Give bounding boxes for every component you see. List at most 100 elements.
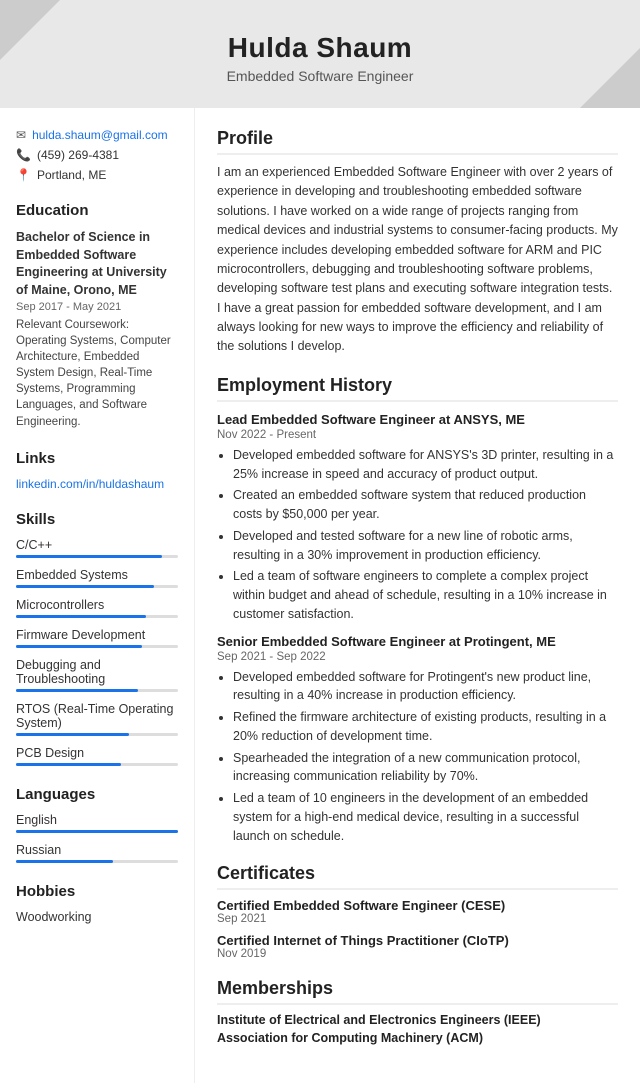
profile-text: I am an experienced Embedded Software En…: [217, 163, 618, 357]
skill-item: RTOS (Real-Time Operating System): [16, 702, 178, 736]
languages-section: Languages English Russian: [16, 786, 178, 863]
skills-list: C/C++ Embedded Systems Microcontrollers …: [16, 538, 178, 766]
skill-item: Microcontrollers: [16, 598, 178, 618]
memberships-list: Institute of Electrical and Electronics …: [217, 1013, 618, 1045]
skill-bar-fill: [16, 555, 162, 558]
language-name: Russian: [16, 843, 178, 857]
certs-list: Certified Embedded Software Engineer (CE…: [217, 898, 618, 960]
education-title: Education: [16, 202, 178, 219]
phone-icon: 📞: [16, 148, 31, 162]
memberships-title: Memberships: [217, 978, 618, 1005]
language-bar: [16, 830, 178, 833]
employment-section: Employment History Lead Embedded Softwar…: [217, 375, 618, 846]
email-icon: ✉: [16, 128, 26, 142]
linkedin-link[interactable]: linkedin.com/in/huldashaum: [16, 477, 178, 491]
skill-bar: [16, 555, 178, 558]
skill-bar: [16, 615, 178, 618]
skill-name: Debugging and Troubleshooting: [16, 658, 178, 686]
job-bullet: Led a team of 10 engineers in the develo…: [233, 789, 618, 845]
language-name: English: [16, 813, 178, 827]
email-item[interactable]: ✉ hulda.shaum@gmail.com: [16, 128, 178, 142]
location-value: Portland, ME: [37, 168, 106, 182]
job-title: Senior Embedded Software Engineer at Pro…: [217, 634, 618, 649]
sidebar: ✉ hulda.shaum@gmail.com 📞 (459) 269-4381…: [0, 108, 195, 1083]
skill-bar: [16, 585, 178, 588]
hobbies-title: Hobbies: [16, 883, 178, 900]
header: Hulda Shaum Embedded Software Engineer: [0, 0, 640, 108]
main-layout: ✉ hulda.shaum@gmail.com 📞 (459) 269-4381…: [0, 108, 640, 1083]
job-bullet: Developed embedded software for Protinge…: [233, 668, 618, 706]
cert-date: Sep 2021: [217, 913, 618, 925]
job-bullet: Spearheaded the integration of a new com…: [233, 749, 618, 787]
location-item: 📍 Portland, ME: [16, 168, 178, 182]
cert-entry: Certified Embedded Software Engineer (CE…: [217, 898, 618, 925]
skill-bar: [16, 763, 178, 766]
phone-value: (459) 269-4381: [37, 148, 119, 162]
skill-name: PCB Design: [16, 746, 178, 760]
skill-name: C/C++: [16, 538, 178, 552]
skill-name: Firmware Development: [16, 628, 178, 642]
language-item: Russian: [16, 843, 178, 863]
skill-item: Firmware Development: [16, 628, 178, 648]
language-bar-fill: [16, 860, 113, 863]
email-value: hulda.shaum@gmail.com: [32, 128, 168, 142]
job-bullet: Created an embedded software system that…: [233, 486, 618, 524]
language-bar-fill: [16, 830, 178, 833]
job-bullets: Developed embedded software for ANSYS's …: [217, 446, 618, 624]
skill-bar: [16, 733, 178, 736]
skill-name: Microcontrollers: [16, 598, 178, 612]
skill-bar: [16, 645, 178, 648]
skill-bar-fill: [16, 585, 154, 588]
contact-section: ✉ hulda.shaum@gmail.com 📞 (459) 269-4381…: [16, 128, 178, 182]
job-date: Nov 2022 - Present: [217, 429, 618, 441]
phone-item: 📞 (459) 269-4381: [16, 148, 178, 162]
content: Profile I am an experienced Embedded Sof…: [195, 108, 640, 1083]
cert-entry: Certified Internet of Things Practitione…: [217, 933, 618, 960]
hobby-item: Woodworking: [16, 910, 178, 924]
employment-title: Employment History: [217, 375, 618, 402]
memberships-section: Memberships Institute of Electrical and …: [217, 978, 618, 1045]
membership-item: Institute of Electrical and Electronics …: [217, 1013, 618, 1027]
links-section: Links linkedin.com/in/huldashaum: [16, 450, 178, 491]
job-entry: Senior Embedded Software Engineer at Pro…: [217, 634, 618, 846]
skill-bar-fill: [16, 763, 121, 766]
skill-name: RTOS (Real-Time Operating System): [16, 702, 178, 730]
skill-bar-fill: [16, 615, 146, 618]
coursework-label: Relevant Coursework:: [16, 319, 129, 331]
skills-title: Skills: [16, 511, 178, 528]
education-coursework: Relevant Coursework: Operating Systems, …: [16, 317, 178, 430]
skill-item: PCB Design: [16, 746, 178, 766]
links-title: Links: [16, 450, 178, 467]
profile-section: Profile I am an experienced Embedded Sof…: [217, 128, 618, 357]
certificates-title: Certificates: [217, 863, 618, 890]
education-degree: Bachelor of Science in Embedded Software…: [16, 229, 178, 299]
certificates-section: Certificates Certified Embedded Software…: [217, 863, 618, 960]
education-date: Sep 2017 - May 2021: [16, 301, 178, 313]
skill-name: Embedded Systems: [16, 568, 178, 582]
job-date: Sep 2021 - Sep 2022: [217, 651, 618, 663]
skill-bar-fill: [16, 733, 129, 736]
candidate-name: Hulda Shaum: [20, 32, 620, 64]
job-bullet: Refined the firmware architecture of exi…: [233, 708, 618, 746]
language-bar: [16, 860, 178, 863]
hobbies-list: Woodworking: [16, 910, 178, 924]
skill-item: Debugging and Troubleshooting: [16, 658, 178, 692]
job-entry: Lead Embedded Software Engineer at ANSYS…: [217, 412, 618, 624]
candidate-title: Embedded Software Engineer: [20, 68, 620, 84]
skills-section: Skills C/C++ Embedded Systems Microcontr…: [16, 511, 178, 766]
skill-bar-fill: [16, 645, 142, 648]
education-section: Education Bachelor of Science in Embedde…: [16, 202, 178, 430]
job-title: Lead Embedded Software Engineer at ANSYS…: [217, 412, 618, 427]
languages-list: English Russian: [16, 813, 178, 863]
cert-name: Certified Embedded Software Engineer (CE…: [217, 898, 618, 913]
skill-bar: [16, 689, 178, 692]
skill-bar-fill: [16, 689, 138, 692]
cert-name: Certified Internet of Things Practitione…: [217, 933, 618, 948]
coursework-text: Operating Systems, Computer Architecture…: [16, 335, 171, 427]
job-bullet: Developed embedded software for ANSYS's …: [233, 446, 618, 484]
profile-title: Profile: [217, 128, 618, 155]
skill-item: C/C++: [16, 538, 178, 558]
cert-date: Nov 2019: [217, 948, 618, 960]
location-icon: 📍: [16, 168, 31, 182]
languages-title: Languages: [16, 786, 178, 803]
